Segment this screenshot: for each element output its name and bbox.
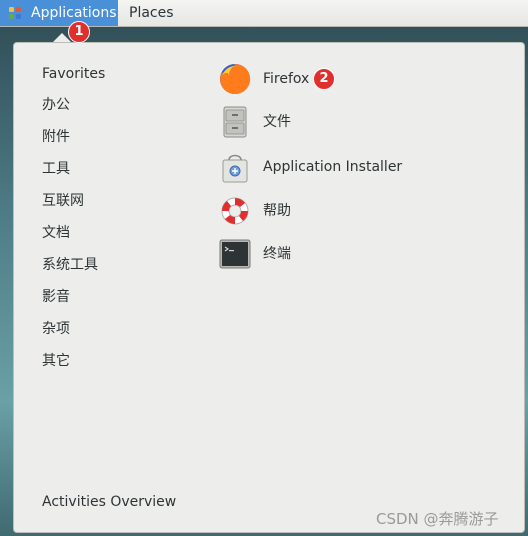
category-other[interactable]: 其它 xyxy=(42,352,70,370)
category-accessories[interactable]: 附件 xyxy=(42,128,70,146)
firefox-icon xyxy=(220,63,251,94)
places-menu-button[interactable]: Places xyxy=(118,0,188,26)
category-sound-video[interactable]: 影音 xyxy=(42,288,70,306)
places-label: Places xyxy=(129,5,174,21)
category-utilities[interactable]: 工具 xyxy=(42,160,70,178)
app-firefox[interactable]: Firefox xyxy=(218,62,498,100)
category-internet[interactable]: 互联网 xyxy=(42,192,84,210)
applications-menu-button[interactable]: Applications xyxy=(0,0,118,26)
category-sundry[interactable]: 杂项 xyxy=(42,320,70,338)
watermark-text: CSDN @奔腾游子 xyxy=(376,510,499,528)
annotation-badge-2: 2 xyxy=(313,68,335,90)
category-system-tools[interactable]: 系统工具 xyxy=(42,256,98,274)
app-terminal[interactable]: 终端 xyxy=(218,237,498,275)
app-files[interactable]: 文件 xyxy=(218,105,498,143)
app-label-help: 帮助 xyxy=(263,203,291,219)
applications-icon xyxy=(9,7,21,19)
activities-overview-link[interactable]: Activities Overview xyxy=(42,494,176,510)
annotation-badge-1: 1 xyxy=(68,21,90,43)
category-favorites[interactable]: Favorites xyxy=(42,65,105,83)
app-label-terminal: 终端 xyxy=(263,246,291,262)
category-documents[interactable]: 文档 xyxy=(42,224,70,242)
applications-label: Applications xyxy=(31,5,117,21)
file-cabinet-icon xyxy=(223,106,247,138)
app-label-application-installer: Application Installer xyxy=(263,159,403,175)
app-application-installer[interactable]: Application Installer xyxy=(218,150,498,188)
terminal-icon xyxy=(219,239,251,269)
lifebuoy-icon xyxy=(221,197,249,225)
app-label-files: 文件 xyxy=(263,114,291,130)
category-office[interactable]: 办公 xyxy=(42,96,70,114)
app-help[interactable]: 帮助 xyxy=(218,194,498,232)
app-label-firefox: Firefox xyxy=(263,71,310,87)
software-bag-icon xyxy=(222,154,248,183)
